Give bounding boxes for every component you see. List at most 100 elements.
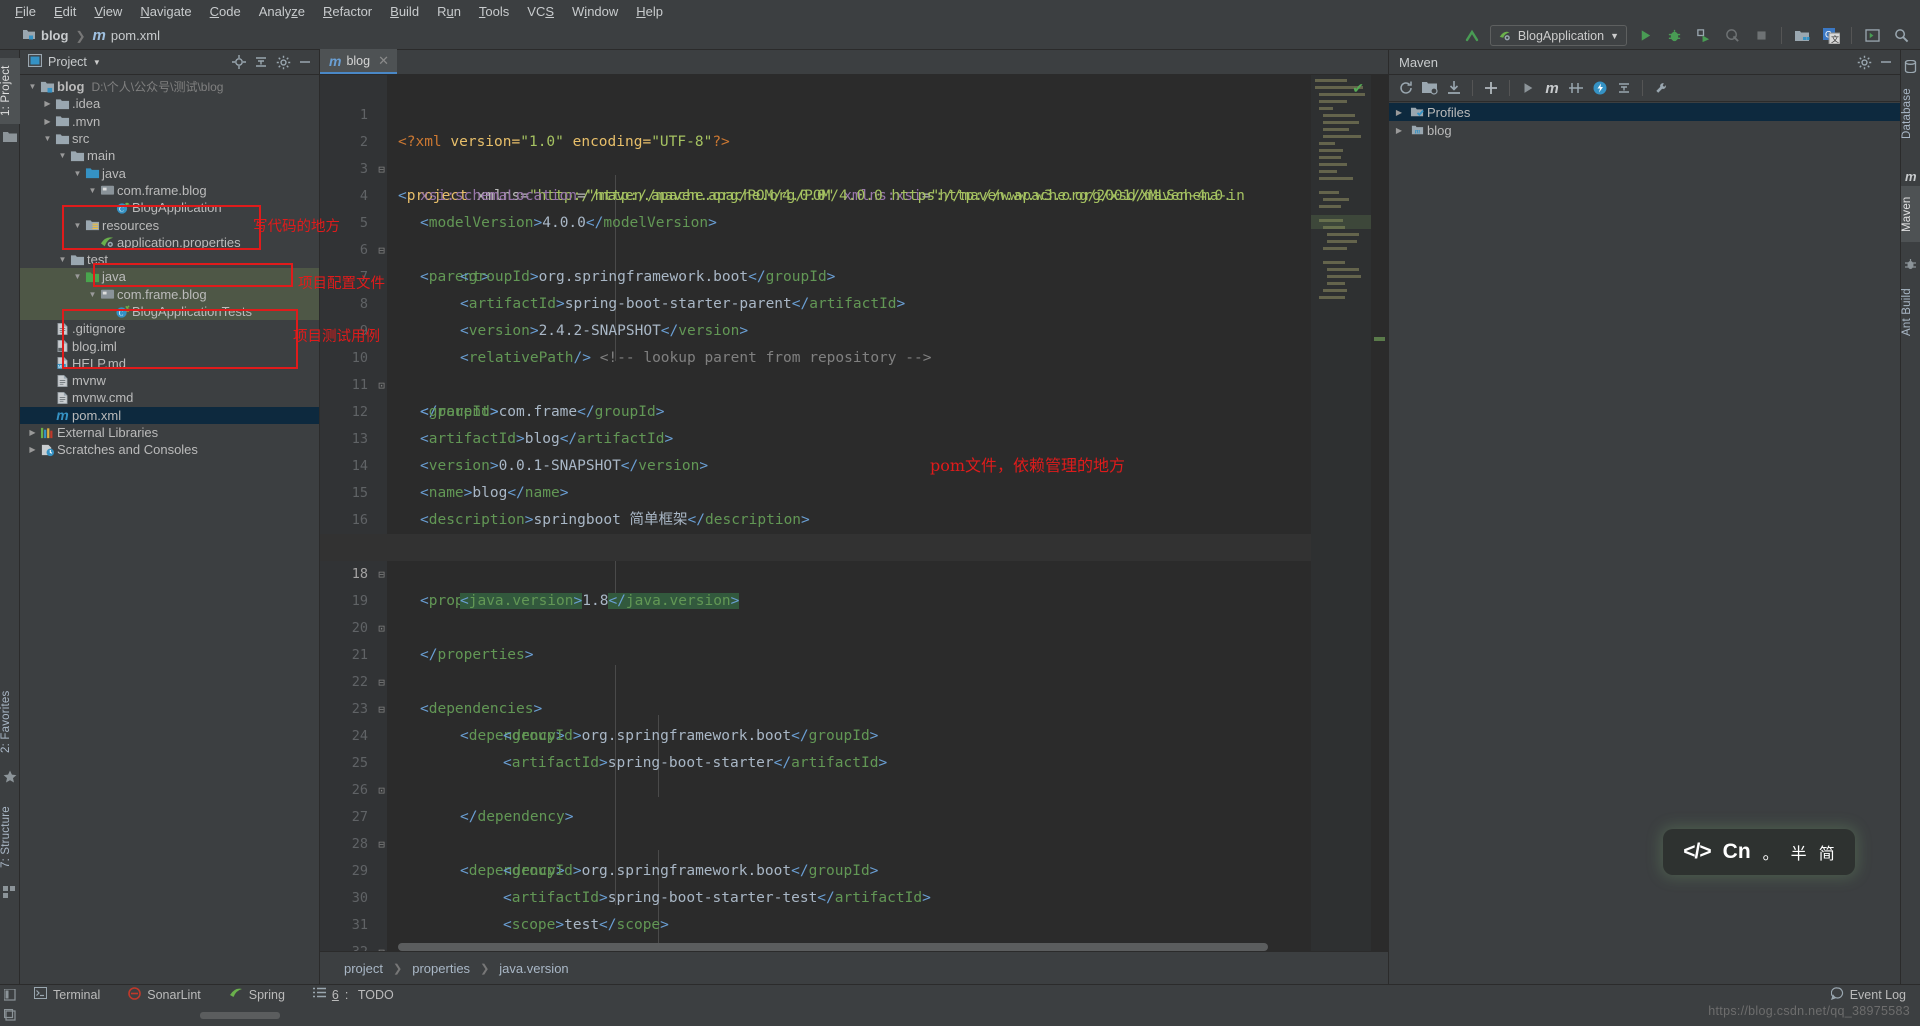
project-tree[interactable]: ▼blogD:\个人\公众号\测试\blog▶.idea▶.mvn▼src▼ma…	[20, 76, 319, 984]
bottom-tab-todo[interactable]: 6: TODO	[299, 985, 408, 1005]
google-translate-icon[interactable]: G文	[1820, 25, 1842, 46]
run-with-coverage-button[interactable]	[1692, 25, 1714, 46]
chevron-down-icon[interactable]: ▼	[71, 169, 84, 178]
sidebar-tab-project[interactable]: 1: Project	[0, 58, 20, 124]
chevron-right-icon[interactable]: ▶	[41, 99, 54, 108]
sidebar-tab-favorites[interactable]: 2: Favorites	[0, 680, 20, 764]
sidebar-tab-maven[interactable]: Maven	[1901, 186, 1920, 242]
menu-item-view[interactable]: View	[85, 2, 131, 21]
bottom-tab-terminal[interactable]: Terminal	[20, 985, 114, 1005]
menu-item-vcs[interactable]: VCS	[518, 2, 563, 21]
hide-panel-icon[interactable]	[1876, 52, 1896, 72]
debug-button[interactable]	[1663, 25, 1685, 46]
chevron-right-icon[interactable]: ▶	[1391, 126, 1407, 135]
sidebar-tab-structure[interactable]: 7: Structure	[0, 795, 20, 879]
build-project-icon[interactable]	[1461, 25, 1483, 46]
editor-minimap[interactable]	[1311, 75, 1371, 951]
menu-item-build[interactable]: Build	[381, 2, 428, 21]
tree-item-pom-xml[interactable]: mpom.xml	[20, 407, 319, 424]
tree-item-mvn[interactable]: ▶.mvn	[20, 113, 319, 130]
generate-sources-icon[interactable]	[1419, 77, 1441, 99]
tree-item-gitignore[interactable]: .gitignore	[20, 320, 319, 337]
chevron-down-icon[interactable]: ▼	[56, 151, 69, 160]
tree-item-scratches-and-consoles[interactable]: ▶Scratches and Consoles	[20, 441, 319, 458]
tree-item-blog-iml[interactable]: blog.iml	[20, 337, 319, 354]
chevron-down-icon[interactable]: ▼	[41, 134, 54, 143]
bottom-tab-spring[interactable]: Spring	[215, 985, 299, 1005]
chevron-down-icon[interactable]: ▼	[93, 58, 101, 67]
hide-panel-icon[interactable]	[295, 52, 315, 72]
menu-item-tools[interactable]: Tools	[470, 2, 518, 21]
sidebar-tab-ant-build[interactable]: Ant Build	[1901, 278, 1920, 346]
event-log-label[interactable]: Event Log	[1850, 988, 1906, 1002]
profile-button[interactable]	[1721, 25, 1743, 46]
chevron-right-icon[interactable]: ▶	[41, 117, 54, 126]
window-layout-icon[interactable]	[0, 1009, 20, 1021]
search-icon[interactable]	[1890, 25, 1912, 46]
menu-item-navigate[interactable]: Navigate	[131, 2, 200, 21]
menu-item-file[interactable]: FFileile	[6, 2, 45, 21]
chevron-right-icon[interactable]: ▶	[1391, 108, 1407, 117]
editor-scrollbar[interactable]: ✔	[1371, 75, 1388, 951]
add-maven-project-icon[interactable]	[1480, 77, 1502, 99]
chevron-down-icon[interactable]: ▼	[71, 221, 84, 230]
tree-item-com-frame-blog[interactable]: ▼com.frame.blog	[20, 182, 319, 199]
tree-item-mvnw[interactable]: mvnw	[20, 372, 319, 389]
preview-icon[interactable]	[1861, 25, 1883, 46]
menu-item-window[interactable]: Window	[563, 2, 627, 21]
project-structure-icon[interactable]	[1791, 25, 1813, 46]
breadcrumb-javaversion-node[interactable]: java.version	[497, 961, 570, 976]
run-maven-goal-icon[interactable]	[1517, 77, 1539, 99]
code-editor[interactable]: ✔ 1 <?xml version="1.0" encoding="UTF-8"…	[320, 75, 1388, 951]
tree-item-java[interactable]: ▼java	[20, 164, 319, 181]
chevron-right-icon[interactable]: ▶	[26, 445, 39, 454]
toggle-skip-tests-icon[interactable]	[1565, 77, 1587, 99]
tree-item-mvnw-cmd[interactable]: mvnw.cmd	[20, 389, 319, 406]
chevron-down-icon[interactable]: ▼	[26, 82, 39, 91]
menu-item-refactor[interactable]: Refactor	[314, 2, 381, 21]
execute-maven-goal-icon[interactable]: m	[1541, 77, 1563, 99]
collapse-all-icon[interactable]	[251, 52, 271, 72]
menu-item-code[interactable]: Code	[201, 2, 250, 21]
tree-item-help-md[interactable]: MDHELP.md	[20, 355, 319, 372]
tree-item-resources[interactable]: ▼resources	[20, 216, 319, 233]
chevron-down-icon[interactable]: ▼	[71, 272, 84, 281]
menu-item-run[interactable]: Run	[428, 2, 470, 21]
run-configuration-selector[interactable]: BlogApplication ▼	[1490, 25, 1627, 46]
download-sources-icon[interactable]	[1443, 77, 1465, 99]
tree-item-application-properties[interactable]: application.properties	[20, 234, 319, 251]
collapse-all-icon[interactable]	[1613, 77, 1635, 99]
breadcrumb-project-node[interactable]: project	[342, 961, 385, 976]
menu-item-edit[interactable]: Edit	[45, 2, 85, 21]
tree-item-test[interactable]: ▼test	[20, 251, 319, 268]
tree-item-src[interactable]: ▼src	[20, 130, 319, 147]
stop-button[interactable]	[1750, 25, 1772, 46]
toggle-offline-icon[interactable]	[1589, 77, 1611, 99]
run-button[interactable]	[1634, 25, 1656, 46]
tree-item-blogapplication[interactable]: CBlogApplication	[20, 199, 319, 216]
tree-item-idea[interactable]: ▶.idea	[20, 95, 319, 112]
breadcrumb-file[interactable]: m pom.xml	[93, 27, 160, 44]
chevron-down-icon[interactable]: ▼	[56, 255, 69, 264]
chevron-down-icon[interactable]: ▼	[86, 186, 99, 195]
tree-item-external-libraries[interactable]: ▶External Libraries	[20, 424, 319, 441]
project-panel-title-group[interactable]: Project ▼	[28, 54, 101, 70]
menu-item-analyze[interactable]: Analyze	[250, 2, 314, 21]
locate-file-icon[interactable]	[229, 52, 249, 72]
sidebar-tab-database[interactable]: Database	[1901, 78, 1920, 150]
gear-icon[interactable]	[273, 52, 293, 72]
breadcrumb-properties-node[interactable]: properties	[410, 961, 472, 976]
tree-item-com-frame-blog[interactable]: ▼com.frame.blog	[20, 286, 319, 303]
tree-item-blogapplicationtests[interactable]: CBlogApplicationTests	[20, 303, 319, 320]
menu-item-help[interactable]: Help	[627, 2, 672, 21]
breadcrumb-project[interactable]: blog	[22, 28, 68, 44]
tree-item-blog[interactable]: ▼blogD:\个人\公众号\测试\blog	[20, 78, 319, 95]
show-tool-windows-icon[interactable]	[0, 989, 20, 1001]
maven-tree-item-profiles[interactable]: ▶Profiles	[1389, 103, 1900, 121]
gear-icon[interactable]	[1854, 52, 1874, 72]
reload-projects-icon[interactable]	[1395, 77, 1417, 99]
chevron-down-icon[interactable]: ▼	[86, 290, 99, 299]
tree-item-java[interactable]: ▼java	[20, 268, 319, 285]
chevron-right-icon[interactable]: ▶	[26, 428, 39, 437]
tree-item-main[interactable]: ▼main	[20, 147, 319, 164]
